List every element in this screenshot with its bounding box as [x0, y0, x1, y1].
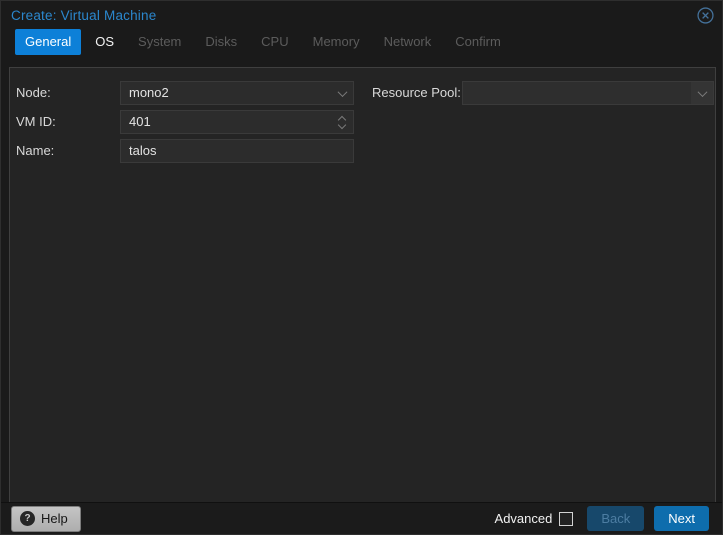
dialog-footer: ? Help Advanced Back Next	[1, 502, 722, 534]
node-combobox[interactable]: mono2	[120, 81, 354, 105]
close-icon	[697, 7, 714, 24]
help-button[interactable]: ? Help	[11, 506, 81, 532]
help-button-label: Help	[41, 511, 68, 526]
advanced-checkbox[interactable]	[559, 512, 573, 526]
wizard-tab-bar: General OS System Disks CPU Memory Netwo…	[1, 29, 722, 67]
vmid-field-row: VM ID: 401	[16, 110, 362, 134]
name-field-row: Name: talos	[16, 139, 362, 163]
vmid-spin-buttons	[331, 111, 353, 133]
vmid-value: 401	[129, 114, 151, 129]
resource-pool-label: Resource Pool:	[372, 81, 461, 105]
footer-actions: Advanced Back Next	[495, 506, 709, 531]
dialog-header: Create: Virtual Machine	[1, 1, 722, 29]
node-dropdown-trigger[interactable]	[331, 82, 353, 104]
name-input[interactable]: talos	[120, 139, 354, 163]
tab-cpu: CPU	[251, 29, 298, 55]
close-button[interactable]	[696, 6, 714, 24]
tab-confirm: Confirm	[445, 29, 511, 55]
back-button[interactable]: Back	[587, 506, 644, 531]
resource-pool-field-row: Resource Pool:	[372, 81, 716, 105]
create-vm-dialog: { "window": { "title": "Create: Virtual …	[0, 0, 723, 535]
question-circle-icon: ?	[20, 511, 35, 526]
vmid-spinner-field[interactable]: 401	[120, 110, 354, 134]
resource-pool-dropdown-trigger[interactable]	[691, 82, 713, 104]
vmid-label: VM ID:	[16, 110, 56, 134]
tab-general[interactable]: General	[15, 29, 81, 55]
tab-os[interactable]: OS	[85, 29, 124, 55]
chevron-down-icon	[337, 87, 347, 97]
tab-network: Network	[374, 29, 442, 55]
node-value: mono2	[129, 85, 169, 100]
node-label: Node:	[16, 81, 51, 105]
node-field-row: Node: mono2	[16, 81, 362, 105]
next-button[interactable]: Next	[654, 506, 709, 531]
chevron-down-icon	[697, 87, 707, 97]
tab-memory: Memory	[303, 29, 370, 55]
name-label: Name:	[16, 139, 54, 163]
general-form-panel: Node: mono2 VM ID: 401 Name: talos Resou…	[9, 67, 716, 504]
tab-disks: Disks	[195, 29, 247, 55]
name-value: talos	[129, 143, 156, 158]
tab-system: System	[128, 29, 191, 55]
resource-pool-combobox[interactable]	[462, 81, 714, 105]
dialog-title: Create: Virtual Machine	[11, 8, 156, 23]
advanced-label: Advanced	[495, 511, 553, 526]
